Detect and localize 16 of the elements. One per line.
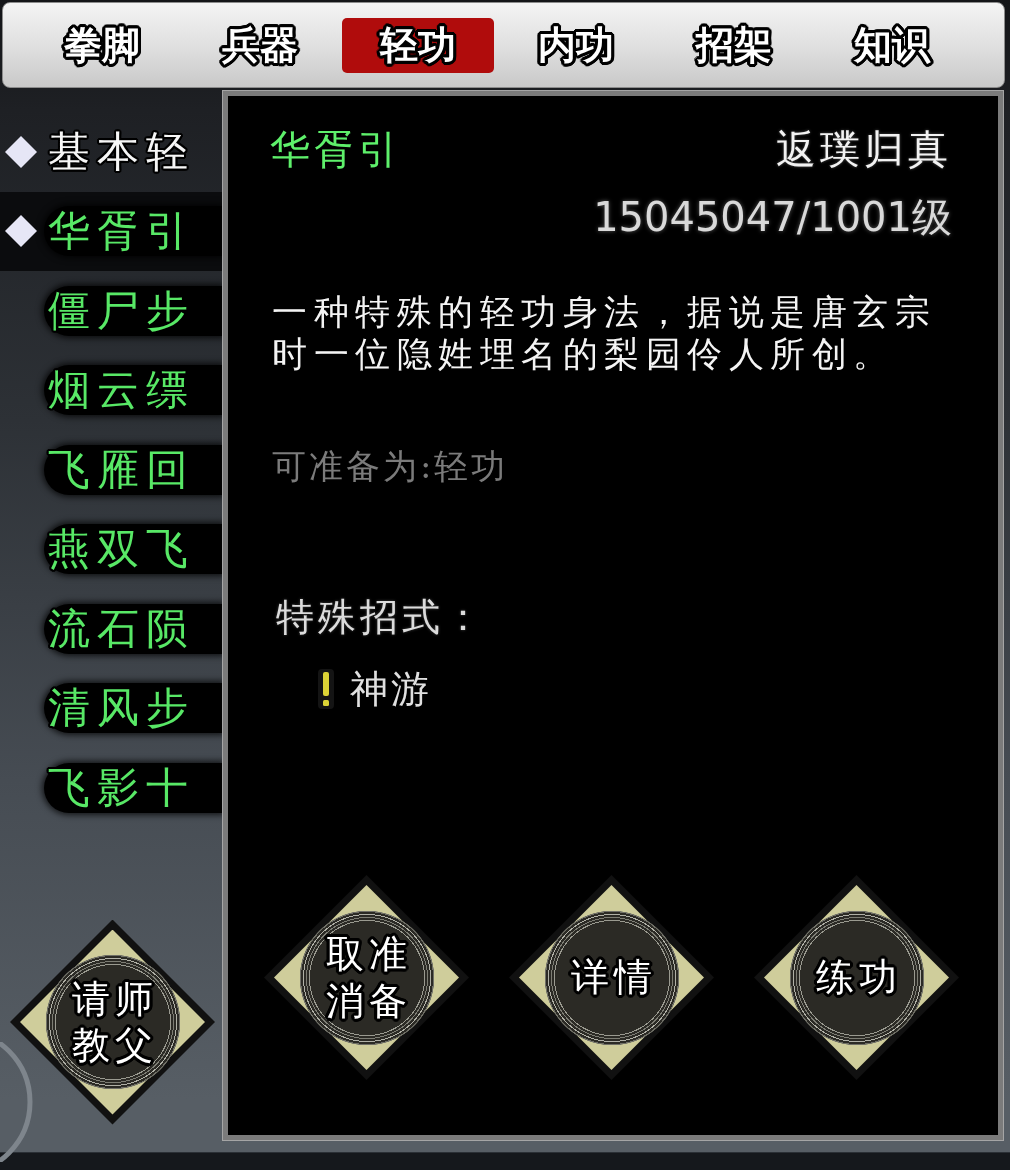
action-button[interactable]: 请教师父 [10,919,215,1125]
ring-icon [0,1042,33,1162]
action-button[interactable]: 详情 [509,875,714,1080]
rank-text: 返璞归真 [776,125,952,174]
skill-list-item[interactable]: 基本轻 [0,112,223,192]
action-button[interactable]: 练功 [754,875,959,1080]
skill-list-item[interactable]: 华胥引 [0,191,223,271]
special-move-name: 神游 [350,666,432,713]
usable-as-text: 可准备为:轻功 [271,445,510,487]
skill-title: 华胥引 [270,125,402,174]
tab[interactable]: 轻功 [342,17,494,73]
special-moves-heading: 特殊招式： [275,594,487,641]
exclamation-icon [318,669,334,709]
action-button[interactable]: 取消准备 [264,875,469,1080]
level-text: 15045047/1001级 [593,193,952,242]
description-text: 一种特殊的轻功身法，据说是唐玄宗时一位隐姓埋名的梨园伶人所创。 [271,291,937,375]
